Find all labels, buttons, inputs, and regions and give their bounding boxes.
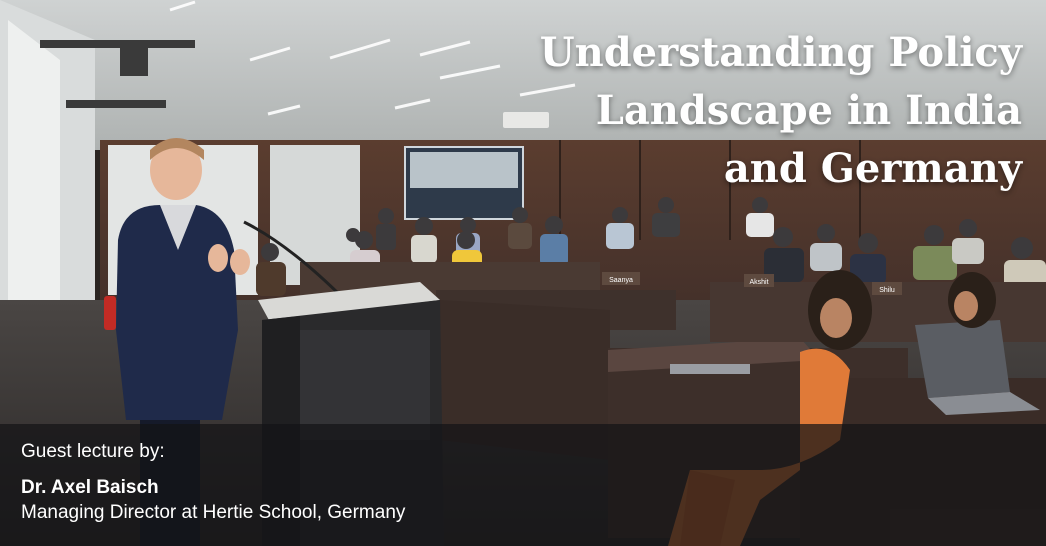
speaker-caption: Guest lecture by: Dr. Axel Baisch Managi… (21, 440, 405, 526)
fire-extinguisher (104, 296, 116, 330)
name-plate-1: Saanya (609, 277, 633, 284)
speaker-name: Dr. Axel Baisch (21, 477, 159, 498)
title-line-1: Understanding Policy (539, 29, 1022, 76)
title-line-3: and Germany (723, 145, 1022, 192)
student-right (948, 272, 996, 328)
caption-intro: Guest lecture by: (21, 441, 165, 462)
name-plate-3: Shilu (879, 287, 895, 294)
name-plate-2: Akshit (749, 279, 768, 286)
speaker-role: Managing Director at Hertie School, Germ… (21, 502, 406, 523)
poster-title: Understanding Policy Landscape in India … (462, 24, 1022, 198)
title-line-2: Landscape in India (595, 87, 1022, 134)
lecture-poster: Saanya Akshit Shilu Understanding Policy… (0, 0, 1046, 546)
